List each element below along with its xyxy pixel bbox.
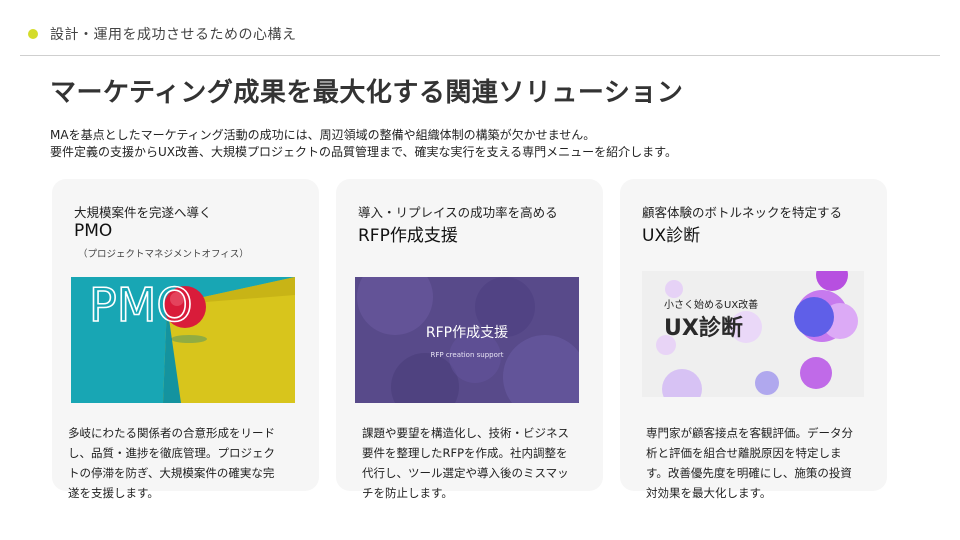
desc-line: トの停滞を防ぎ、大規模案件の確実な完 xyxy=(68,466,275,480)
pmo-image-text: PMO xyxy=(89,278,193,332)
page-title: マーケティング成果を最大化する関連ソリューション xyxy=(50,78,684,108)
solution-card-ux: 顧客体験のボトルネックを特定する UX診断 小さく始めるUX改善 UX診断 専門… xyxy=(620,179,887,500)
card-tagline: 大規模案件を完遂へ導く xyxy=(74,205,212,220)
desc-line: 専門家が顧客接点を客観評価。データ分 xyxy=(646,426,853,440)
desc-line: 対効果を最大化します。 xyxy=(646,486,772,500)
solution-card-pmo: 大規模案件を完遂へ導く PMO （プロジェクトマネジメントオフィス） PMO 多… xyxy=(52,179,319,500)
section-label: 設計・運用を成功させるための心構え xyxy=(50,27,297,43)
desc-line: し、品質・進捗を徹底管理。プロジェク xyxy=(68,446,275,460)
card-description: 多岐にわたる関係者の合意形成をリード し、品質・進捗を徹底管理。プロジェク トの… xyxy=(68,423,306,503)
desc-line: 要件を整理したRFPを作成。社内調整を xyxy=(362,446,568,460)
lead-line-1: MAを基点としたマーケティング活動の成功には、周辺領域の整備や組織体制の構築が欠… xyxy=(50,128,596,142)
card-tagline: 導入・リプレイスの成功率を高める xyxy=(358,205,558,220)
card-title: RFP作成支援 xyxy=(358,226,458,246)
ux-image: 小さく始めるUX改善 UX診断 xyxy=(642,271,864,397)
desc-line: 課題や要望を構造化し、技術・ビジネス xyxy=(362,426,569,440)
card-subtitle: （プロジェクトマネジメントオフィス） xyxy=(78,249,249,260)
pmo-image: PMO xyxy=(71,277,295,403)
section-header: 設計・運用を成功させるための心構え xyxy=(28,24,297,44)
desc-line: 析と評価を組合せ離脱原因を特定しま xyxy=(646,446,842,460)
desc-line: 多岐にわたる関係者の合意形成をリード xyxy=(68,426,275,440)
rfp-image-title: RFP作成支援 xyxy=(426,325,508,341)
desc-line: 遂を支援します。 xyxy=(68,486,159,500)
header-divider xyxy=(20,55,940,56)
card-title: PMO xyxy=(74,221,113,241)
card-tagline: 顧客体験のボトルネックを特定する xyxy=(642,205,843,220)
desc-line: 代行し、ツール選定や導入後のミスマッ xyxy=(362,466,569,480)
desc-line: チを防止します。 xyxy=(362,486,453,500)
card-description: 課題や要望を構造化し、技術・ビジネス 要件を整理したRFPを作成。社内調整を 代… xyxy=(362,423,600,503)
card-title: UX診断 xyxy=(642,226,701,246)
lead-text: MAを基点としたマーケティング活動の成功には、周辺領域の整備や組織体制の構築が欠… xyxy=(50,127,677,161)
rfp-image-subtitle: RFP creation support xyxy=(430,351,503,359)
lead-line-2: 要件定義の支援からUX改善、大規模プロジェクトの品質管理まで、確実な実行を支える… xyxy=(50,145,677,159)
bullet-dot-icon xyxy=(28,29,38,39)
ux-image-small-text: 小さく始めるUX改善 xyxy=(664,298,758,311)
card-description: 専門家が顧客接点を客観評価。データ分 析と評価を組合せ離脱原因を特定しま す。改… xyxy=(646,423,884,503)
rfp-image: RFP作成支援 RFP creation support xyxy=(355,277,579,403)
desc-line: す。改善優先度を明確にし、施策の投資 xyxy=(646,466,852,480)
solution-card-rfp: 導入・リプレイスの成功率を高める RFP作成支援 RFP作成支援 RFP cre… xyxy=(336,179,603,500)
ux-image-big-text: UX診断 xyxy=(664,315,743,341)
